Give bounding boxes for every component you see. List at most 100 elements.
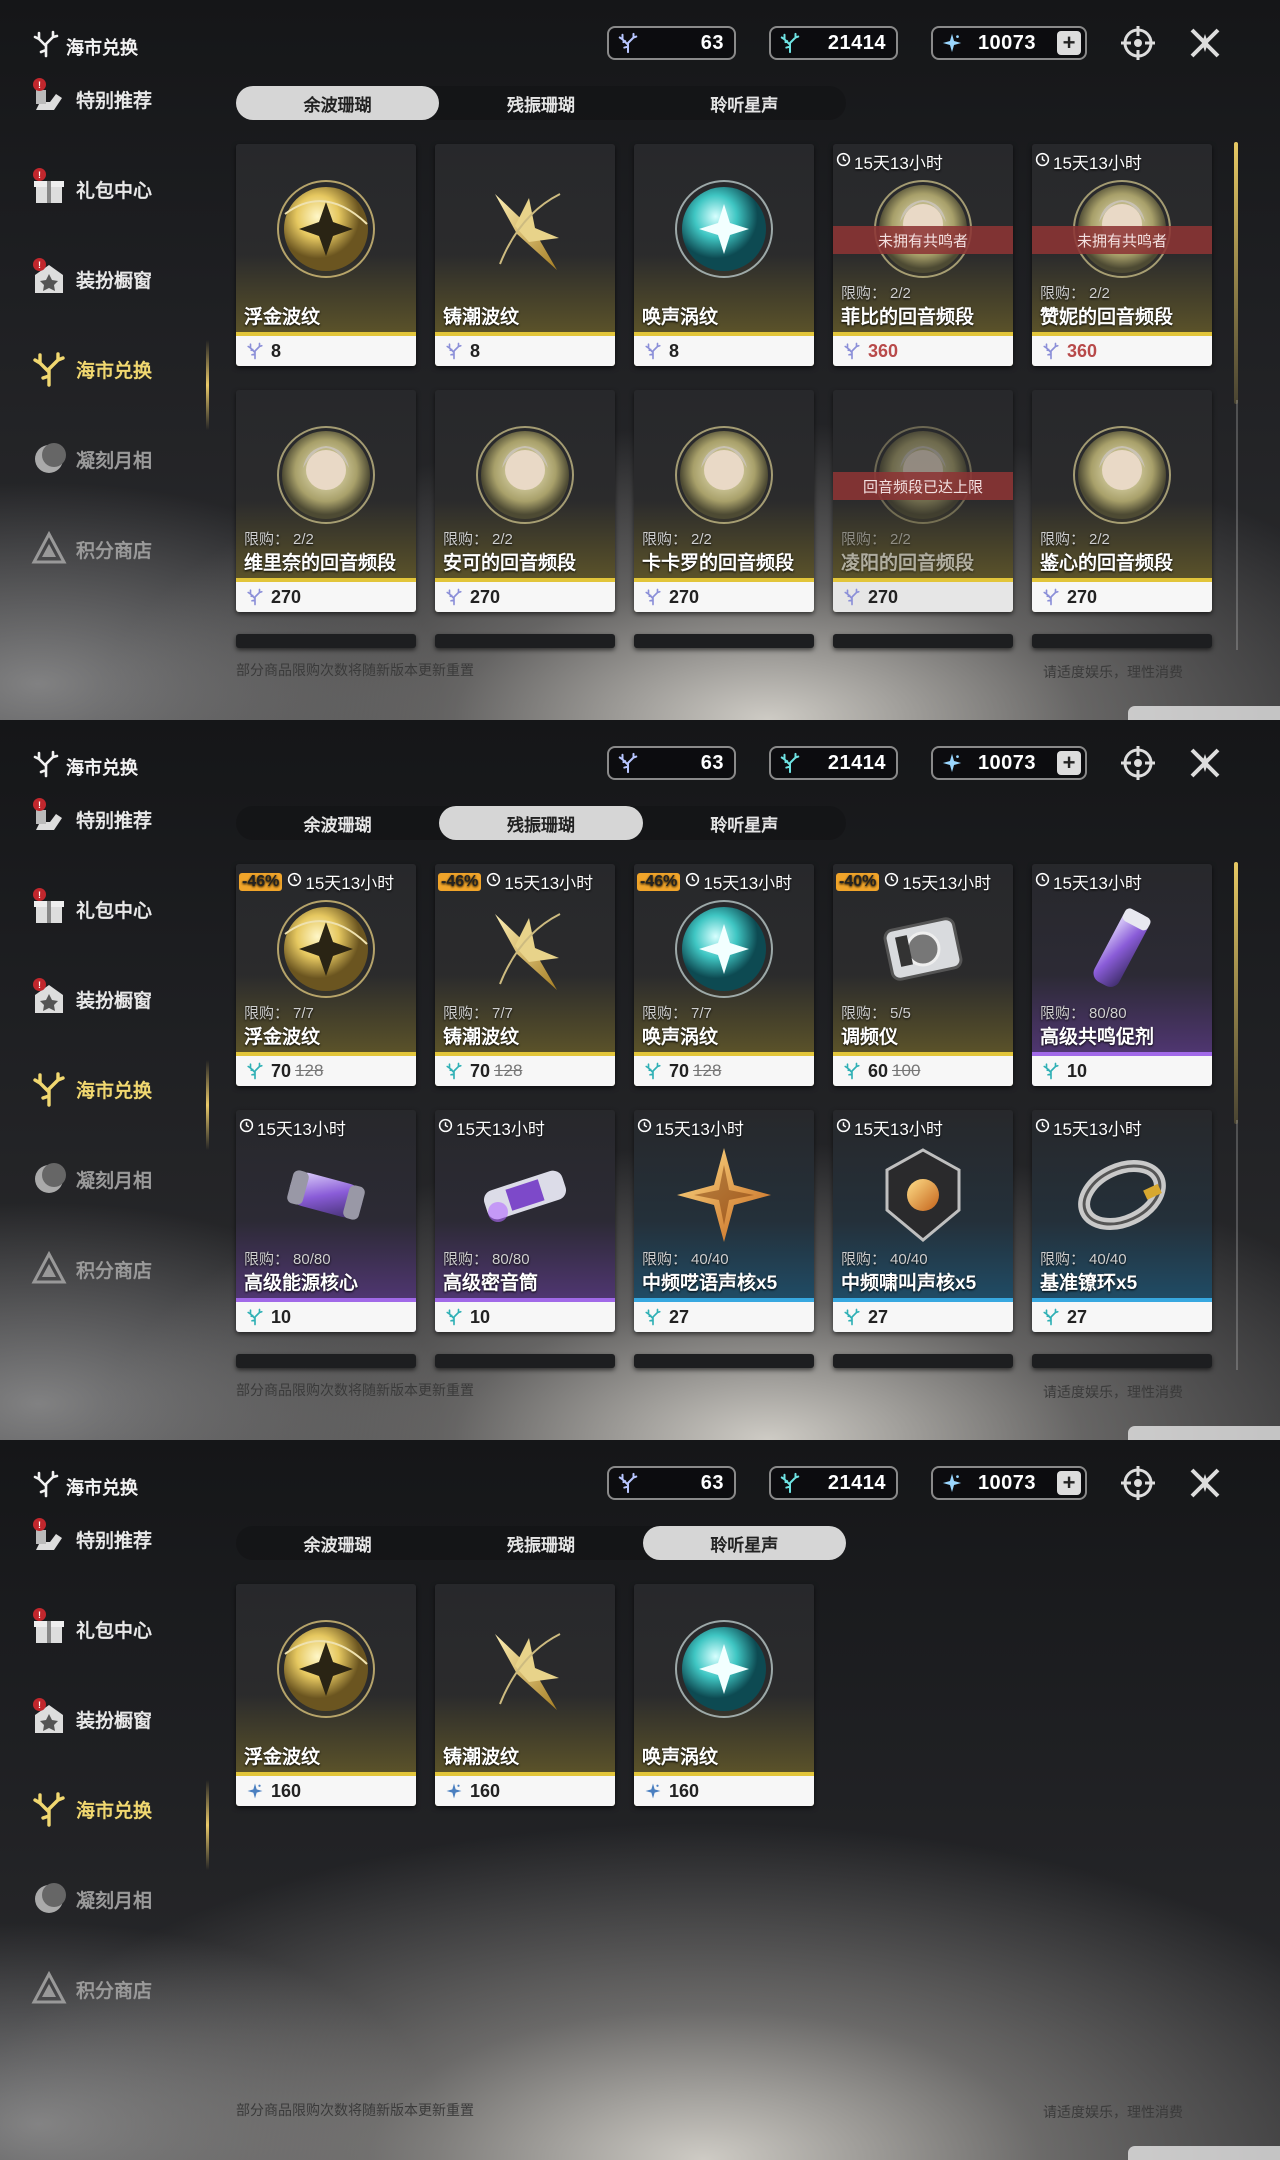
shop-item-card-partial[interactable]: [634, 1354, 814, 1368]
item-image: [470, 1614, 580, 1724]
discount-badge: -46%: [637, 872, 681, 891]
coral-purple-icon: [246, 588, 264, 606]
timer: 15天13小时: [1035, 149, 1142, 174]
currency-2: 21414: [769, 1466, 898, 1500]
sidebar-item-4[interactable]: 海市兑换: [30, 350, 152, 388]
sidebar-item-2[interactable]: ! 礼包中心: [30, 1608, 152, 1648]
tab-3[interactable]: 聆听星声: [642, 1526, 846, 1560]
sidebar-item-1[interactable]: ! 特别推荐: [30, 78, 152, 118]
tab-1[interactable]: 余波珊瑚: [236, 1526, 439, 1560]
shop-item-card[interactable]: 15天13小时 限购： 40/40 基准镣环x5 27: [1032, 1110, 1212, 1332]
close-icon[interactable]: [1186, 744, 1224, 782]
star-sound-icon: [644, 1782, 662, 1800]
shop-item-card[interactable]: 唤声涡纹 8: [634, 144, 814, 366]
coral-tree-icon: [30, 1790, 68, 1828]
tab-2[interactable]: 残振珊瑚: [439, 86, 642, 120]
sidebar-item-5[interactable]: 凝刻月相: [30, 1880, 152, 1918]
shop-item-card[interactable]: 15天13小时 限购： 40/40 中频呓语声核x5 27: [634, 1110, 814, 1332]
shop-item-card[interactable]: 浮金波纹 160: [236, 1584, 416, 1806]
sidebar-item-label: 特别推荐: [76, 1530, 153, 1552]
sidebar-item-3[interactable]: ! 装扮橱窗: [30, 978, 152, 1018]
timer: -40% 15天13小时: [836, 869, 991, 894]
shop-item-card[interactable]: 限购： 2/2 鉴心的回音频段 270: [1032, 390, 1212, 612]
shop-item-card[interactable]: 铸潮波纹 160: [435, 1584, 615, 1806]
sidebar-item-5[interactable]: 凝刻月相: [30, 440, 152, 478]
shop-item-card[interactable]: 15天13小时 限购： 80/80 高级共鸣促剂 10: [1032, 864, 1212, 1086]
shop-item-card[interactable]: 铸潮波纹 8: [435, 144, 615, 366]
add-currency-button[interactable]: +: [1057, 751, 1081, 775]
price-value: 270: [470, 586, 501, 607]
page-title: 海市兑换: [32, 30, 138, 63]
shop-item-card[interactable]: 限购： 2/2 维里奈的回音频段 270: [236, 390, 416, 612]
shop-item-card[interactable]: 15天13小时 未拥有共鸣者 限购： 2/2 菲比的回音频段 360: [833, 144, 1013, 366]
add-currency-button[interactable]: +: [1057, 31, 1081, 55]
shop-item-card[interactable]: -46% 15天13小时 限购： 7/7 唤声涡纹 70 128: [634, 864, 814, 1086]
item-name: 中频呓语声核x5: [642, 1273, 778, 1294]
scrollbar[interactable]: [1234, 142, 1238, 404]
scrollbar[interactable]: [1234, 862, 1238, 1124]
sidebar-item-3[interactable]: ! 装扮橱窗: [30, 1698, 152, 1738]
tab-2[interactable]: 残振珊瑚: [439, 1526, 642, 1560]
shop-item-card[interactable]: -46% 15天13小时 限购： 7/7 铸潮波纹 70 128: [435, 864, 615, 1086]
shop-item-card[interactable]: 15天13小时 限购： 80/80 高级密音筒 10: [435, 1110, 615, 1332]
shop-item-card-partial[interactable]: [833, 634, 1013, 648]
shop-item-card[interactable]: 15天13小时 限购： 80/80 高级能源核心 10: [236, 1110, 416, 1332]
sidebar-item-6[interactable]: 积分商店: [30, 530, 152, 568]
shop-item-card-partial[interactable]: [833, 1354, 1013, 1368]
tab-3[interactable]: 聆听星声: [643, 806, 846, 840]
tab-1[interactable]: 余波珊瑚: [236, 806, 439, 840]
shop-item-card[interactable]: 浮金波纹 8: [236, 144, 416, 366]
sidebar-item-4[interactable]: 海市兑换: [30, 1070, 152, 1108]
shop-item-card[interactable]: -40% 15天13小时 限购： 5/5 调频仪 60 100: [833, 864, 1013, 1086]
shop-item-card[interactable]: 限购： 2/2 卡卡罗的回音频段 270: [634, 390, 814, 612]
clock-icon: [836, 1118, 851, 1138]
close-icon[interactable]: [1186, 1464, 1224, 1502]
shop-item-card-partial[interactable]: [1032, 1354, 1212, 1368]
sidebar-item-1[interactable]: ! 特别推荐: [30, 798, 152, 838]
price-value: 10: [271, 1306, 292, 1327]
compass-icon[interactable]: [1119, 24, 1157, 62]
shop-item-card[interactable]: -46% 15天13小时 限购： 7/7 浮金波纹 70 128: [236, 864, 416, 1086]
limit-label: 限购：: [244, 1251, 290, 1268]
shop-item-card[interactable]: 唤声涡纹 160: [634, 1584, 814, 1806]
shop-item-card-partial[interactable]: [435, 634, 615, 648]
tab-1[interactable]: 余波珊瑚: [236, 86, 440, 120]
shop-item-card[interactable]: 15天13小时 限购： 40/40 中频啸叫声核x5 27: [833, 1110, 1013, 1332]
tab-3[interactable]: 聆听星声: [643, 86, 846, 120]
sidebar-item-1[interactable]: ! 特别推荐: [30, 1518, 153, 1558]
sidebar-item-5[interactable]: 凝刻月相: [30, 1160, 152, 1198]
price-value: 270: [669, 586, 700, 607]
shop-item-card[interactable]: 限购： 2/2 安可的回音频段 270: [435, 390, 615, 612]
shop-item-card-partial[interactable]: [236, 1354, 416, 1368]
page-title-text: 海市兑换: [66, 757, 138, 778]
coral-teal-icon: [1042, 1062, 1060, 1080]
sidebar-item-4[interactable]: 海市兑换: [30, 1790, 152, 1828]
tab-2[interactable]: 残振珊瑚: [439, 806, 643, 840]
coral-tree-icon: [32, 1470, 60, 1503]
sidebar-item-2[interactable]: ! 礼包中心: [30, 168, 152, 208]
points-shop-icon: [30, 1250, 68, 1288]
sidebar-item-3[interactable]: ! 装扮橱窗: [30, 258, 152, 298]
item-image: [271, 894, 381, 1004]
add-currency-button[interactable]: +: [1057, 1471, 1081, 1495]
close-icon[interactable]: [1186, 24, 1224, 62]
bottom-scroll-indicator: [1128, 2146, 1280, 2160]
sidebar-item-6[interactable]: 积分商店: [30, 1250, 152, 1288]
scroll-track: [1236, 1120, 1238, 1370]
limit-value: 2/2: [1089, 531, 1110, 548]
limit-value: 2/2: [293, 531, 314, 548]
sidebar-item-6[interactable]: 积分商店: [30, 1970, 152, 2008]
price-value: 10: [470, 1306, 491, 1327]
item-name: 唤声涡纹: [642, 1747, 719, 1768]
shop-item-card-partial[interactable]: [435, 1354, 615, 1368]
shop-item-card-partial[interactable]: [236, 634, 416, 648]
compass-icon[interactable]: [1119, 1464, 1157, 1502]
sidebar-item-2[interactable]: ! 礼包中心: [30, 888, 152, 928]
shop-item-card[interactable]: 15天13小时 未拥有共鸣者 限购： 2/2 赞妮的回音频段 360: [1032, 144, 1212, 366]
shop-item-card[interactable]: 回音频段已达上限 限购： 2/2 凌阳的回音频段 270: [833, 390, 1013, 612]
shop-item-card-partial[interactable]: [1032, 634, 1212, 648]
clock-icon: [1035, 1118, 1050, 1138]
clock-icon: [1035, 152, 1050, 172]
compass-icon[interactable]: [1119, 744, 1157, 782]
shop-item-card-partial[interactable]: [634, 634, 814, 648]
